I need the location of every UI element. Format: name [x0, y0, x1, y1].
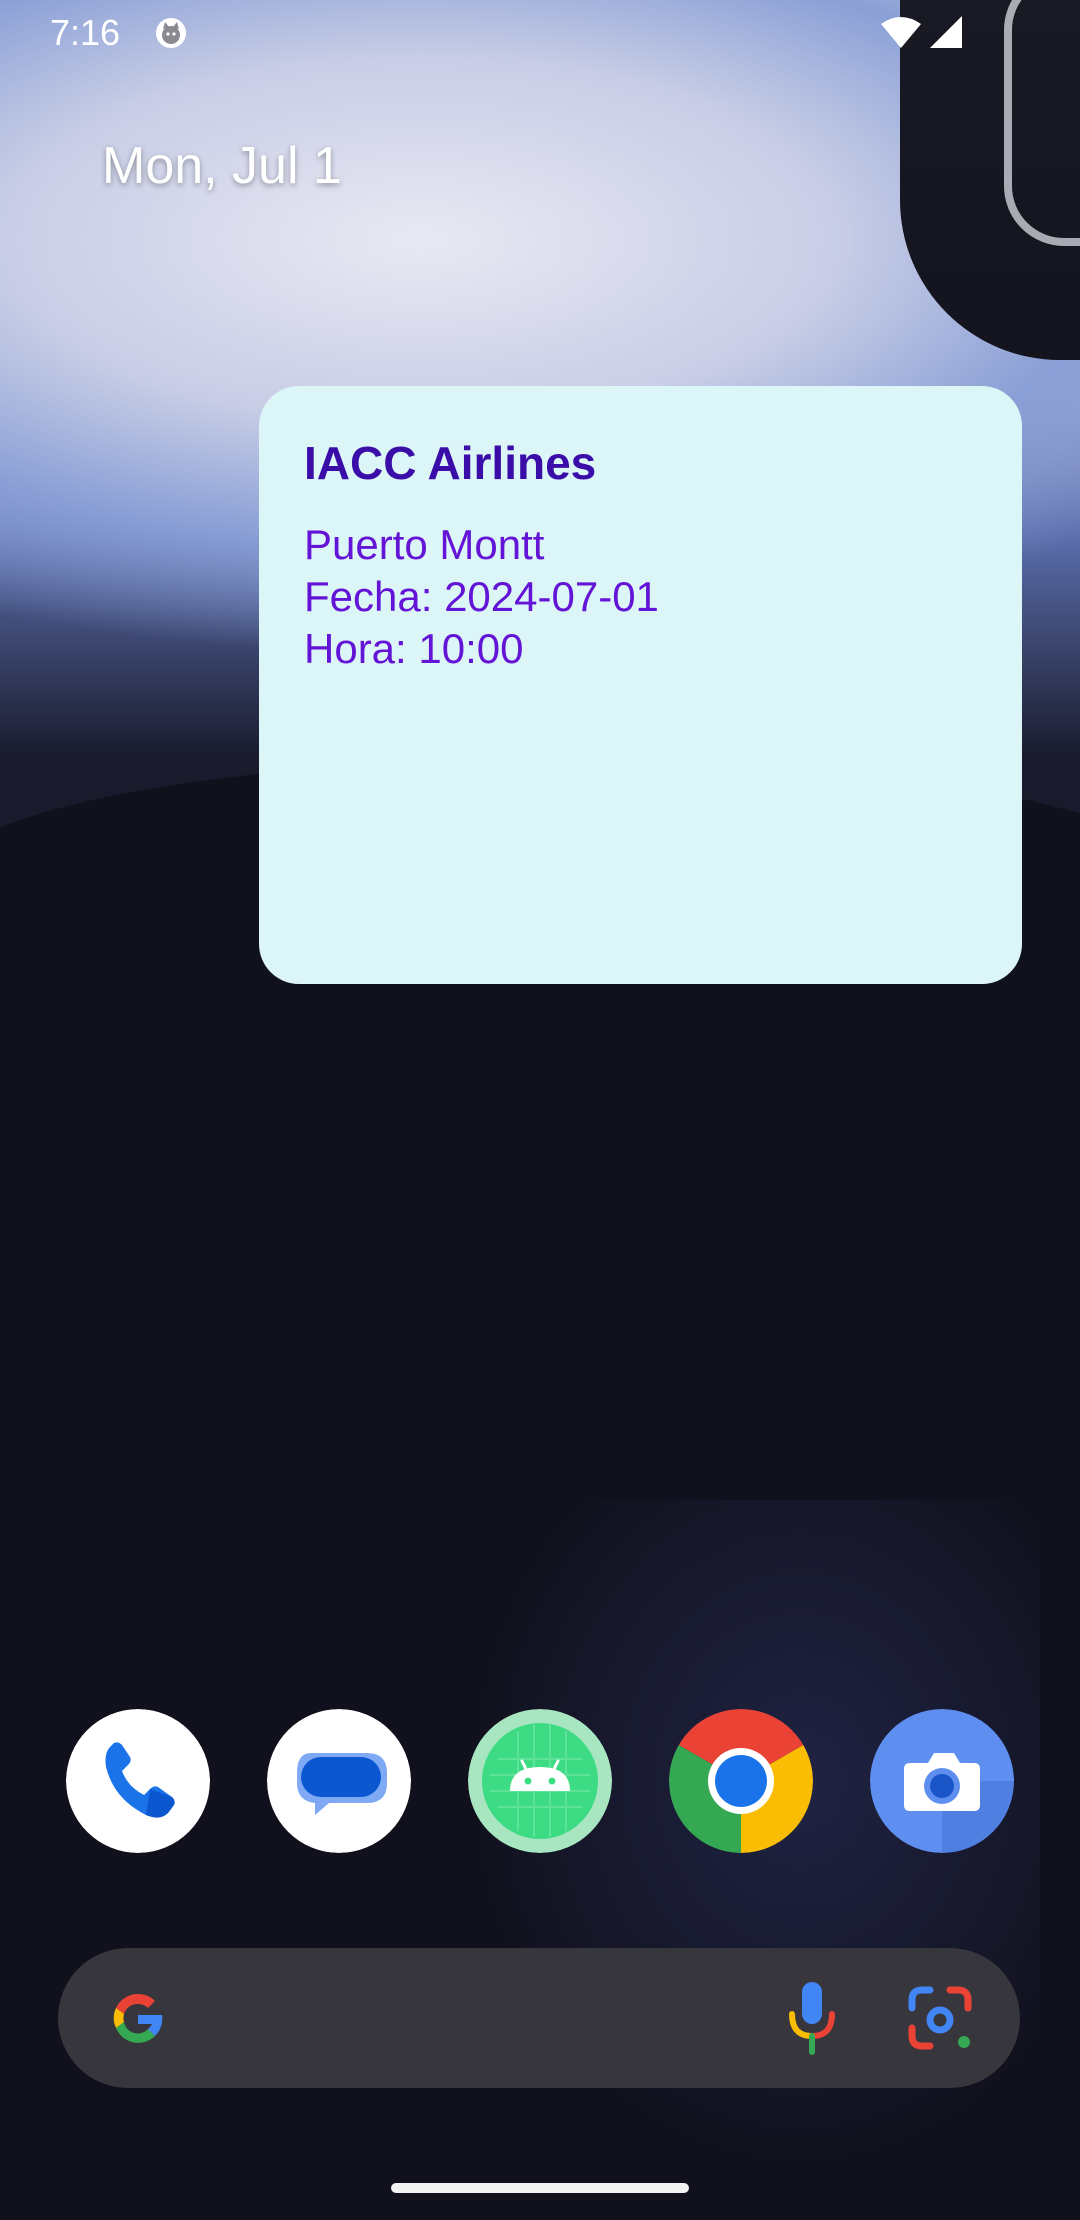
google-g-icon[interactable]: [102, 1982, 174, 2054]
chrome-app-icon[interactable]: [669, 1709, 813, 1853]
messages-app-icon[interactable]: [267, 1709, 411, 1853]
widget-time: Hora: 10:00: [304, 624, 524, 672]
home-gesture-bar[interactable]: [391, 2183, 689, 2193]
google-search-bar[interactable]: [58, 1948, 1020, 2088]
camera-app-icon[interactable]: [870, 1709, 1014, 1853]
google-lens-icon[interactable]: [904, 1982, 976, 2054]
widget-date: Fecha: 2024-07-01: [304, 572, 659, 620]
home-date[interactable]: Mon, Jul 1: [102, 136, 342, 196]
status-time: 7:16: [50, 12, 121, 53]
wifi-icon: [881, 17, 921, 48]
widget-title: IACC Airlines: [304, 437, 597, 489]
android-studio-app-icon[interactable]: [468, 1709, 612, 1853]
airline-widget[interactable]: IACC Airlines Puerto Montt Fecha: 2024-0…: [259, 386, 1022, 984]
widget-destination: Puerto Montt: [304, 520, 545, 568]
phone-icon: [66, 1709, 210, 1853]
status-bar: 7:16: [0, 0, 1080, 64]
chrome-icon: [669, 1709, 813, 1853]
notification-cat-icon: [156, 18, 186, 48]
cell-signal-icon: [930, 16, 962, 48]
phone-app-icon[interactable]: [66, 1709, 210, 1853]
home-screen: 7:16 Mon, Jul 1 IACC Airlines Puerto Mon…: [0, 0, 1080, 2220]
messages-icon: [267, 1709, 411, 1853]
camera-icon: [870, 1709, 1014, 1853]
microphone-icon[interactable]: [782, 1978, 842, 2058]
android-studio-icon: [468, 1709, 612, 1853]
